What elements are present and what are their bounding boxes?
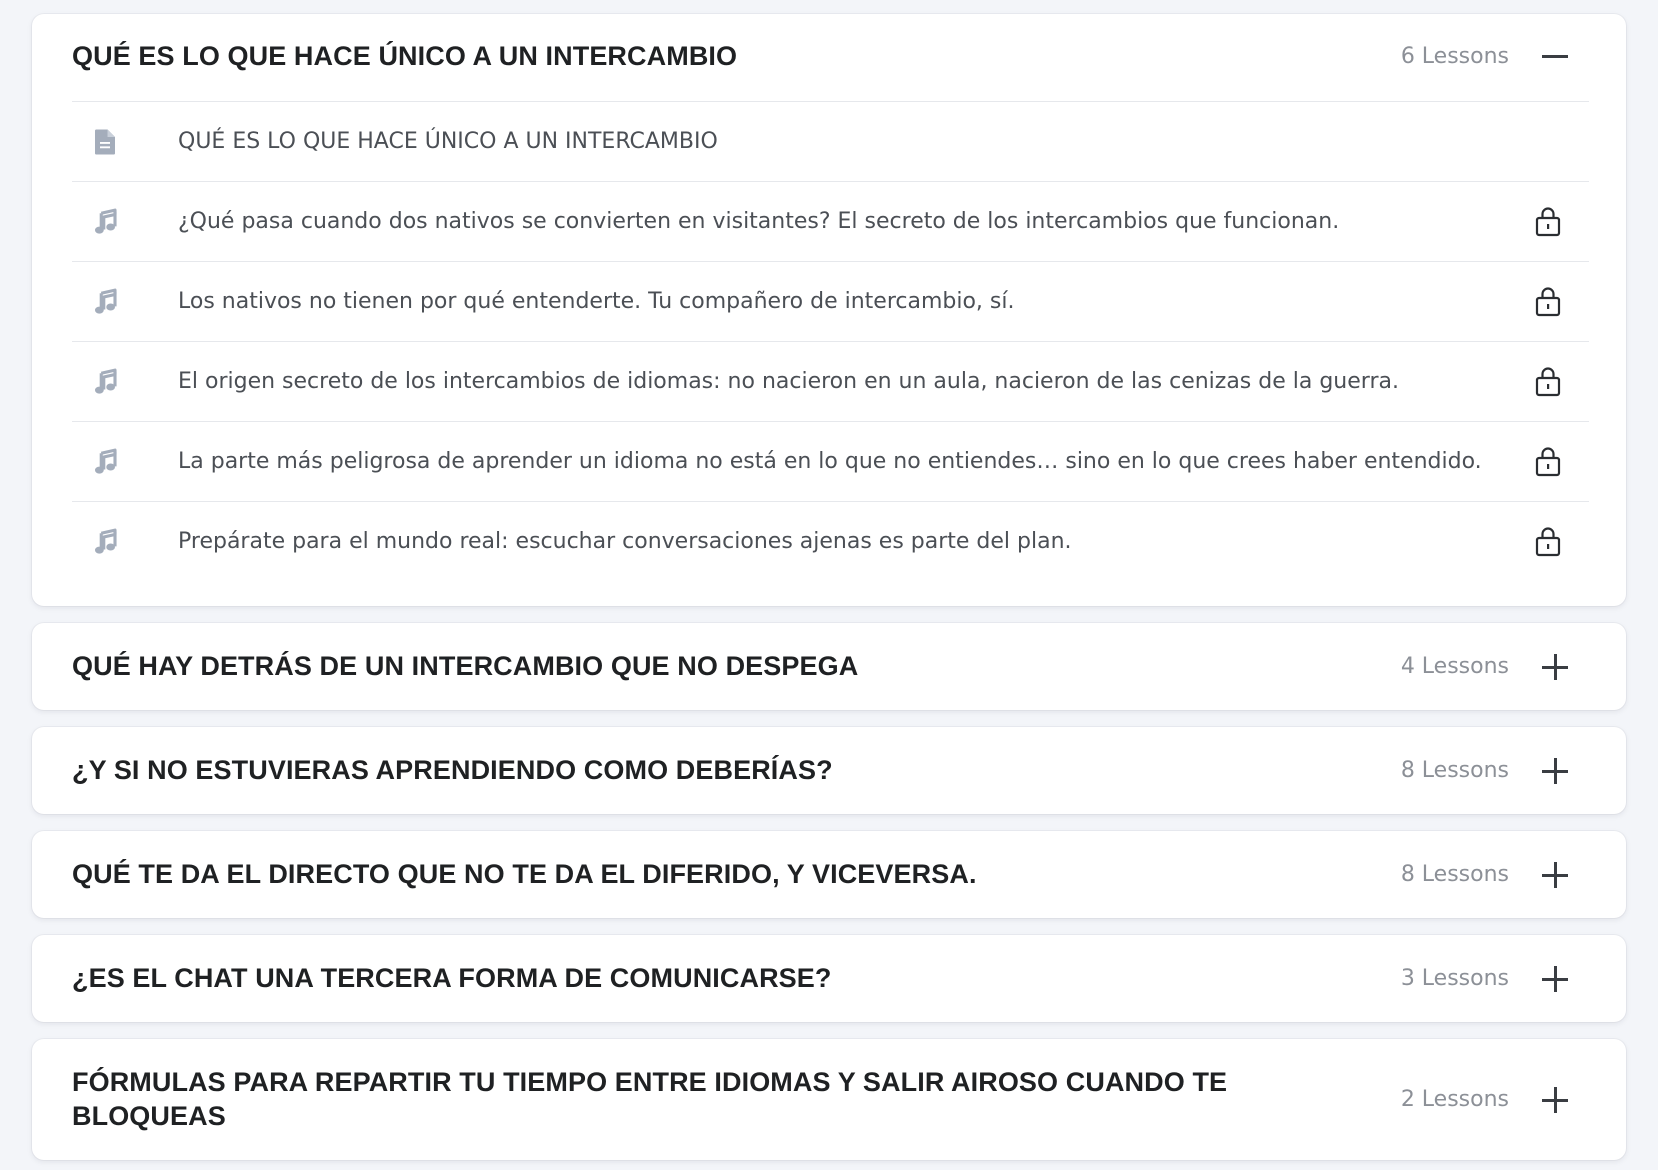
lesson-title: El origen secreto de los intercambios de… xyxy=(178,369,1399,394)
lock-icon xyxy=(1535,287,1561,317)
music-note-icon xyxy=(95,288,117,314)
lesson-row[interactable]: Prepárate para el mundo real: escuchar c… xyxy=(72,502,1589,582)
lessons-count: 6 Lessons xyxy=(1400,44,1509,69)
lessons-count: 8 Lessons xyxy=(1400,758,1509,783)
lesson-title: La parte más peligrosa de aprender un id… xyxy=(178,449,1482,474)
music-note-icon xyxy=(95,368,117,394)
section-card[interactable]: QUÉ HAY DETRÁS DE UN INTERCAMBIO QUE NO … xyxy=(32,623,1626,710)
plus-icon[interactable] xyxy=(1542,966,1568,992)
section-title: QUÉ HAY DETRÁS DE UN INTERCAMBIO QUE NO … xyxy=(72,651,859,681)
section-title-line: FÓRMULAS PARA REPARTIR TU TIEMPO ENTRE I… xyxy=(72,1067,1228,1097)
course-curriculum: QUÉ ES LO QUE HACE ÚNICO A UN INTERCAMBI… xyxy=(0,0,1658,1170)
plus-icon[interactable] xyxy=(1542,758,1568,784)
lesson-title: ¿Qué pasa cuando dos nativos se conviert… xyxy=(178,209,1340,234)
lock-icon xyxy=(1535,207,1561,237)
lessons-count: 8 Lessons xyxy=(1400,862,1509,887)
lesson-title: Prepárate para el mundo real: escuchar c… xyxy=(178,529,1072,554)
section-title: ¿Y SI NO ESTUVIERAS APRENDIENDO COMO DEB… xyxy=(72,755,833,785)
lesson-row[interactable]: La parte más peligrosa de aprender un id… xyxy=(72,422,1589,502)
music-note-icon xyxy=(95,448,117,474)
lesson-title: QUÉ ES LO QUE HACE ÚNICO A UN INTERCAMBI… xyxy=(178,129,718,154)
section-title: FÓRMULAS PARA REPARTIR TU TIEMPO ENTRE I… xyxy=(72,1065,1227,1133)
music-note-icon xyxy=(95,528,117,554)
lessons-count: 3 Lessons xyxy=(1400,966,1509,991)
section-card[interactable]: ¿Y SI NO ESTUVIERAS APRENDIENDO COMO DEB… xyxy=(32,727,1626,814)
section-card: QUÉ ES LO QUE HACE ÚNICO A UN INTERCAMBI… xyxy=(32,14,1626,606)
lessons-count: 2 Lessons xyxy=(1400,1087,1509,1112)
lesson-row[interactable]: El origen secreto de los intercambios de… xyxy=(72,342,1589,422)
lesson-row[interactable]: ¿Qué pasa cuando dos nativos se conviert… xyxy=(72,182,1589,262)
lesson-row[interactable]: QUÉ ES LO QUE HACE ÚNICO A UN INTERCAMBI… xyxy=(72,102,1589,182)
plus-icon[interactable] xyxy=(1542,1087,1568,1113)
music-note-icon xyxy=(95,208,117,234)
document-icon xyxy=(95,129,115,155)
section-title: QUÉ ES LO QUE HACE ÚNICO A UN INTERCAMBI… xyxy=(72,41,738,71)
section-title: ¿ES EL CHAT UNA TERCERA FORMA DE COMUNIC… xyxy=(72,963,832,993)
plus-icon[interactable] xyxy=(1542,862,1568,888)
lesson-row[interactable]: Los nativos no tienen por qué entenderte… xyxy=(72,262,1589,342)
section-title: QUÉ TE DA EL DIRECTO QUE NO TE DA EL DIF… xyxy=(72,859,977,889)
section-card[interactable]: FÓRMULAS PARA REPARTIR TU TIEMPO ENTRE I… xyxy=(32,1039,1626,1160)
minus-icon[interactable] xyxy=(1542,43,1568,69)
plus-icon[interactable] xyxy=(1542,654,1568,680)
lock-icon xyxy=(1535,367,1561,397)
section-card[interactable]: QUÉ TE DA EL DIRECTO QUE NO TE DA EL DIF… xyxy=(32,831,1626,918)
lesson-title: Los nativos no tienen por qué entenderte… xyxy=(178,289,1015,314)
section-title-line: BLOQUEAS xyxy=(72,1101,226,1131)
section-card[interactable]: ¿ES EL CHAT UNA TERCERA FORMA DE COMUNIC… xyxy=(32,935,1626,1022)
lock-icon xyxy=(1535,527,1561,557)
lessons-count: 4 Lessons xyxy=(1400,654,1509,679)
lock-icon xyxy=(1535,447,1561,477)
section-header[interactable]: QUÉ ES LO QUE HACE ÚNICO A UN INTERCAMBI… xyxy=(32,14,1626,100)
